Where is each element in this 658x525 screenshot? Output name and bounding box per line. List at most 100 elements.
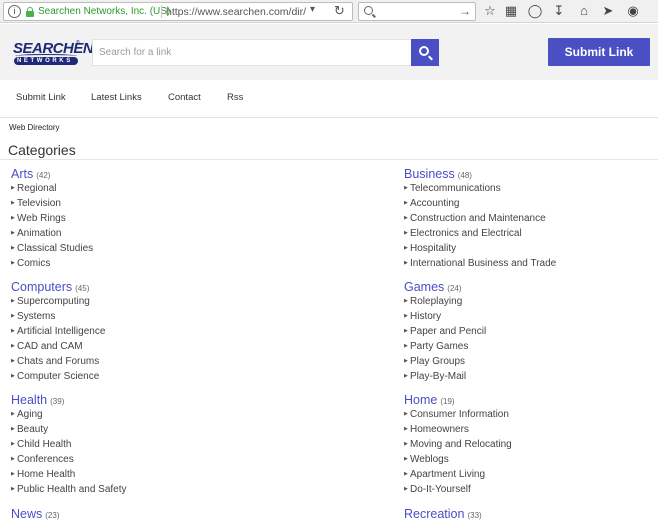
url-text[interactable]: https://www.searchen.com/dir/ [166,6,306,18]
list-item: ▶ Party Games [404,339,486,354]
list-item: ▶ Accounting [404,196,556,211]
category-link[interactable]: Recreation [404,507,464,521]
subcategory-link[interactable]: Party Games [410,341,468,352]
info-icon[interactable]: i [8,5,21,18]
search-icon [419,46,429,56]
list-item: ▶ Systems [11,309,105,324]
subcategory-link[interactable]: Electronics and Electrical [410,228,522,239]
go-arrow-icon[interactable]: → [459,4,471,18]
subcategory-link[interactable]: Beauty [17,424,48,435]
subcategory-link[interactable]: Consumer Information [410,409,509,420]
reload-icon[interactable]: ↻ [334,3,345,19]
subcategory-link[interactable]: Accounting [410,198,459,209]
subcategory-link[interactable]: Computer Science [17,371,99,382]
subcategory-link[interactable]: Animation [17,228,61,239]
category-link[interactable]: Computers [11,280,72,294]
extension-icon[interactable]: ◉ [625,3,641,19]
subcategory-link[interactable]: Conferences [17,454,74,465]
category-count: (48) [457,171,472,180]
reading-list-icon[interactable]: ▦ [503,3,519,19]
list-item: ▶ Telecommunications [404,181,556,196]
list-item: ▶ Supercomputing [11,294,105,309]
category-home: Home (19) ▶ Consumer Information ▶ Homeowne… [404,391,512,497]
searchen-logo[interactable]: SEARCHEN ® NETWORKS [13,40,94,68]
list-item: ▶ Computer Science [11,369,105,384]
list-item: ▶ Conferences [11,452,127,467]
category-link[interactable]: Business [404,167,455,181]
send-icon[interactable]: ➤ [600,3,616,19]
list-item: ▶ Regional [11,181,93,196]
nav-submit-link[interactable]: Submit Link [16,92,66,103]
subcategory-link[interactable]: Paper and Pencil [410,326,486,337]
category-arts: Arts (42) ▶ Regional ▶ Television ▶ Web Ring… [11,165,93,271]
list-item: ▶ Consumer Information [404,407,512,422]
search-input[interactable] [92,39,411,66]
subcategory-link[interactable]: Weblogs [410,454,449,465]
subcategory-link[interactable]: CAD and CAM [17,341,83,352]
site-identity[interactable]: Searchen Networks, Inc. (US) [38,6,170,17]
list-item: ▶ Comics [11,256,93,271]
page-title: Categories [8,142,76,158]
subcategory-link[interactable]: Do-It-Yourself [410,484,471,495]
category-count: (42) [36,171,51,180]
category-link[interactable]: Games [404,280,444,294]
category-health: Health (39) ▶ Aging ▶ Beauty ▶ Child Health … [11,391,127,497]
subcategory-link[interactable]: Web Rings [17,213,66,224]
subcategory-link[interactable]: Roleplaying [410,296,462,307]
list-item: ▶ Classical Studies [11,241,93,256]
subcategory-link[interactable]: Telecommunications [410,183,501,194]
download-icon[interactable]: ↧ [551,3,567,19]
subcategory-link[interactable]: Play Groups [410,356,465,367]
subcategory-link[interactable]: Artificial Intelligence [17,326,105,337]
subcategory-link[interactable]: Systems [17,311,55,322]
pocket-icon[interactable]: ◯ [527,3,543,19]
subcategory-link[interactable]: Regional [17,183,56,194]
subcategory-link[interactable]: History [410,311,441,322]
nav-contact[interactable]: Contact [168,92,201,103]
subcategory-link[interactable]: International Business and Trade [410,258,556,269]
subcategory-link[interactable]: Hospitality [410,243,456,254]
category-link[interactable]: Health [11,393,47,407]
category-link[interactable]: Arts [11,167,33,181]
browser-search-box[interactable]: → [358,2,476,21]
home-icon[interactable]: ⌂ [576,3,592,19]
subcategory-link[interactable]: Construction and Maintenance [410,213,546,224]
subcategory-link[interactable]: Chats and Forums [17,356,99,367]
list-item: ▶ Electronics and Electrical [404,226,556,241]
subcategory-link[interactable]: Homeowners [410,424,469,435]
nav-rss[interactable]: Rss [227,92,243,103]
category-count: (45) [75,284,90,293]
list-item: ▶ Artificial Intelligence [11,324,105,339]
list-item: ▶ Chats and Forums [11,354,105,369]
subcategory-link[interactable]: Play-By-Mail [410,371,466,382]
list-item: ▶ Animation [11,226,93,241]
subcategory-link[interactable]: Home Health [17,469,75,480]
category-count: (33) [467,511,482,520]
subcategory-link[interactable]: Moving and Relocating [410,439,512,450]
subcategory-link[interactable]: Aging [17,409,43,420]
list-item: ▶ Child Health [11,437,127,452]
subcategory-link[interactable]: Public Health and Safety [17,484,127,495]
search-button[interactable] [411,39,439,66]
subcategory-link[interactable]: Television [17,198,61,209]
category-link[interactable]: News [11,507,42,521]
subcategory-link[interactable]: Child Health [17,439,71,450]
subcategory-link[interactable]: Comics [17,258,50,269]
list-item: ▶ Beauty [11,422,127,437]
browser-toolbar: i Searchen Networks, Inc. (US) https://w… [0,0,658,23]
address-bar[interactable]: i Searchen Networks, Inc. (US) https://w… [3,2,353,21]
category-link[interactable]: Home [404,393,437,407]
lock-icon[interactable] [26,7,34,17]
nav-latest-links[interactable]: Latest Links [91,92,142,103]
subcategory-link[interactable]: Apartment Living [410,469,485,480]
subcategory-link[interactable]: Supercomputing [17,296,90,307]
submit-link-button[interactable]: Submit Link [548,38,650,66]
breadcrumb[interactable]: Web Directory [9,123,60,132]
list-item: ▶ Apartment Living [404,467,512,482]
subcategory-link[interactable]: Classical Studies [17,243,93,254]
bookmark-star-icon[interactable]: ☆ [482,3,498,19]
dropdown-icon[interactable]: ▾ [310,4,315,15]
category-computers: Computers (45) ▶ Supercomputing ▶ Systems ▶… [11,278,105,384]
list-item: ▶ International Business and Trade [404,256,556,271]
list-item: ▶ Construction and Maintenance [404,211,556,226]
